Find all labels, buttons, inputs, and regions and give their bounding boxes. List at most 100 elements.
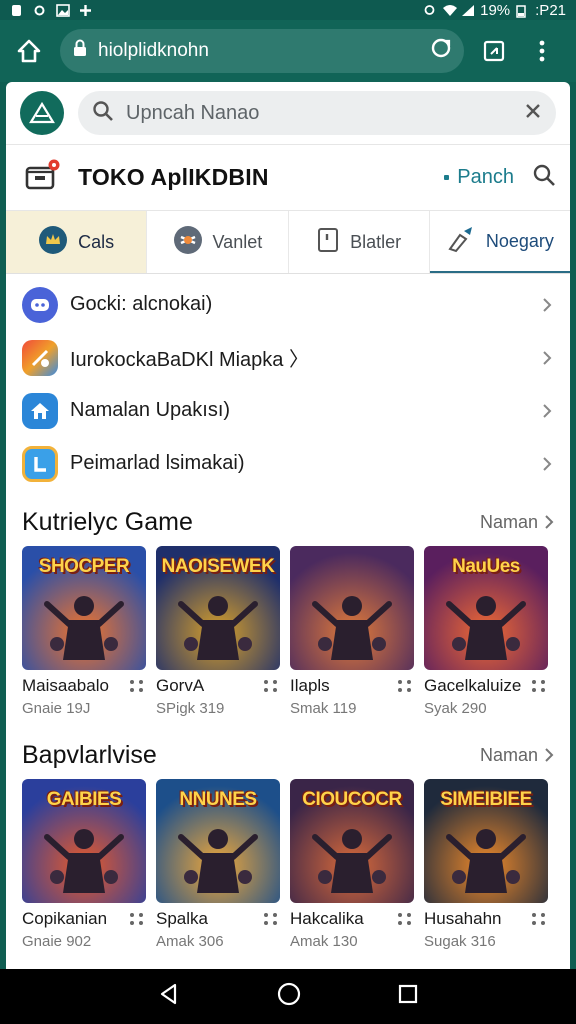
more-options-icon[interactable]	[262, 679, 280, 693]
more-options-icon[interactable]	[530, 679, 548, 693]
rocket-icon	[446, 225, 476, 258]
warrior-figure-icon	[44, 829, 124, 893]
game-name: Spalka	[156, 909, 208, 928]
game-thumbnail[interactable]: CIOUCOCR	[290, 779, 414, 903]
home-icon[interactable]	[12, 34, 46, 68]
game-name: Ilapls	[290, 676, 330, 695]
game-card[interactable]: SIMEIBIEE Husahahn Sugak 316	[424, 779, 548, 950]
game-name: Copikanian	[22, 909, 108, 928]
clear-icon[interactable]	[524, 102, 542, 125]
game-card[interactable]: NauUes Gacelkaluize Syak 290	[424, 546, 548, 717]
game-subtitle: Sugak 316	[424, 933, 496, 950]
more-options-icon[interactable]	[530, 912, 548, 926]
list-item[interactable]: Namalan Upakısı)	[6, 384, 570, 437]
warrior-figure-icon	[446, 596, 526, 660]
tabs-icon[interactable]	[476, 33, 512, 69]
see-more-label: Naman	[479, 511, 538, 532]
game-card[interactable]: Ilapls Smak 119	[290, 546, 414, 717]
card-name-row: GorvA	[156, 676, 280, 696]
tab-noegary[interactable]: Noegary	[429, 211, 570, 273]
section-header: Bapvlarlvise Naman	[6, 731, 570, 779]
chevron-right-icon	[545, 748, 554, 762]
wifi-icon	[442, 4, 458, 17]
list-item-label: IurokockaBaDKl Miapka 〉	[70, 349, 309, 371]
bookmark-icon	[316, 227, 340, 258]
game-thumbnail[interactable]: SIMEIBIEE	[424, 779, 548, 903]
game-thumbnail[interactable]: NAOISEWEK	[156, 546, 280, 670]
game-card[interactable]: NNUNES Spalka Amak 306	[156, 779, 280, 950]
game-art-title: NAOISEWEK	[161, 556, 275, 577]
game-subtitle: SPigk 319	[156, 700, 225, 717]
puzzle-icon	[22, 339, 58, 376]
list-item-label: Namalan Upakısı)	[70, 399, 231, 421]
more-menu-icon[interactable]	[524, 33, 560, 69]
search-placeholder: Upncah Nanao	[126, 101, 260, 124]
game-name: Gacelkaluize	[424, 676, 522, 695]
more-options-icon[interactable]	[396, 912, 414, 926]
signal-icon	[461, 4, 475, 17]
game-thumbnail[interactable]: GAIBIES	[22, 779, 146, 903]
tab-blatler[interactable]: Blatler	[289, 211, 430, 273]
list-item-label: Gocki: alcnokai)	[70, 293, 213, 315]
game-art-title: NauUes	[452, 556, 520, 577]
link-dot-icon	[444, 175, 450, 180]
see-more-link[interactable]: Naman	[480, 745, 554, 766]
section-title: Kutrielyc Game	[22, 507, 193, 536]
game-art-title: GAIBIES	[46, 789, 122, 810]
app-logo[interactable]	[20, 91, 64, 135]
more-options-icon[interactable]	[128, 679, 146, 693]
game-card[interactable]: CIOUCOCR Hakcalika Amak 130	[290, 779, 414, 950]
tab-label: Cals	[78, 231, 115, 252]
game-name: Hakcalika	[290, 909, 364, 928]
warrior-figure-icon	[312, 829, 392, 893]
game-thumbnail[interactable]: NNUNES	[156, 779, 280, 903]
game-thumbnail[interactable]	[290, 546, 414, 670]
back-icon[interactable]	[158, 983, 180, 1010]
tab-vanlet[interactable]: Vanlet	[147, 211, 289, 273]
url-text: hiolplidknohn	[98, 40, 209, 61]
game-card[interactable]: SHOCPER Maisaabalo Gnaie 19J	[22, 546, 146, 717]
store-link[interactable]: Panch	[444, 166, 514, 189]
status-bar: 19% :P21	[0, 0, 576, 20]
game-thumbnail[interactable]: NauUes	[424, 546, 548, 670]
store-header: TOKO AplIKDBIN Panch	[6, 144, 570, 210]
list-item[interactable]: Peimarlad lsimakai)	[6, 437, 570, 490]
warrior-figure-icon	[312, 596, 392, 660]
card-name-row: Spalka	[156, 909, 280, 929]
game-card[interactable]: NAOISEWEK GorvA SPigk 319	[156, 546, 280, 717]
more-options-icon[interactable]	[396, 679, 414, 693]
game-subtitle: Amak 306	[156, 933, 224, 950]
reload-icon[interactable]	[430, 37, 452, 65]
chevron-right-icon	[540, 403, 554, 418]
home-button-icon[interactable]	[277, 982, 301, 1011]
card-name-row: Maisaabalo	[22, 676, 146, 696]
game-art-title: CIOUCOCR	[302, 789, 402, 810]
more-options-icon[interactable]	[128, 912, 146, 926]
see-more-link[interactable]: Naman	[480, 512, 554, 533]
game-subtitle: Smak 119	[290, 700, 357, 717]
game-thumbnail[interactable]: SHOCPER	[22, 546, 146, 670]
game-card[interactable]: GAIBIES Copikanian Gnaie 902	[22, 779, 146, 950]
recents-icon[interactable]	[398, 984, 418, 1009]
discord-icon	[22, 286, 58, 323]
chevron-right-icon	[540, 456, 554, 471]
search-input[interactable]: Upncah Nanao	[78, 91, 556, 135]
plus-icon	[79, 4, 92, 17]
tab-cals[interactable]: Cals	[6, 211, 148, 273]
menu-list: Gocki: alcnokai) IurokockaBaDKl Miapka 〉…	[6, 274, 570, 494]
game-art-title: NNUNES	[179, 789, 257, 810]
list-item[interactable]: IurokockaBaDKl Miapka 〉	[6, 331, 570, 384]
list-item[interactable]: Gocki: alcnokai)	[6, 278, 570, 331]
url-bar[interactable]: hiolplidknohn	[60, 29, 464, 73]
warrior-figure-icon	[178, 596, 258, 660]
section-title: Bapvlarlvise	[22, 740, 157, 769]
card-name-row: Gacelkaluize	[424, 676, 548, 696]
game-name: Husahahn	[424, 909, 502, 928]
chevron-right-icon	[540, 297, 554, 312]
store-link-label: Panch	[457, 166, 514, 188]
game-subtitle: Amak 130	[290, 933, 358, 950]
store-search-icon[interactable]	[532, 163, 556, 192]
lock-icon	[72, 39, 88, 63]
more-options-icon[interactable]	[262, 912, 280, 926]
clock: :P21	[535, 1, 566, 19]
